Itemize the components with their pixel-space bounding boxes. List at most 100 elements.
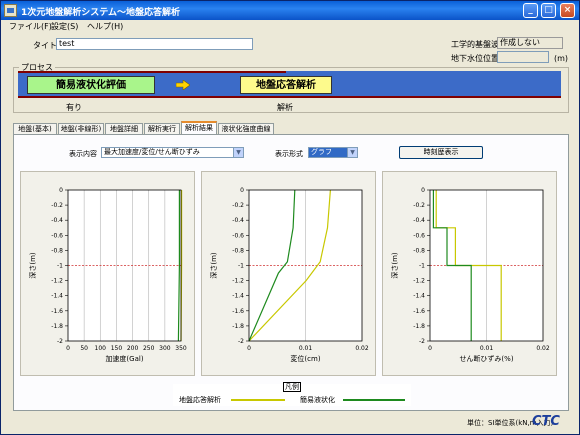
y-tick-label: 0: [421, 187, 425, 194]
display-format-value: グラフ: [311, 148, 332, 156]
y-tick-label: -1.6: [413, 308, 425, 315]
y-tick-label: -1.8: [51, 323, 63, 330]
menu-file[interactable]: ファイル(F): [9, 21, 52, 32]
legend-label-response: 地盤応答解析: [179, 396, 221, 404]
display-content-select[interactable]: 最大加速度/変位/せん断ひずみ ▼: [101, 147, 244, 158]
maximize-button[interactable]: □: [541, 3, 556, 18]
y-tick-label: -2: [238, 338, 244, 345]
y-tick-label: -0.6: [51, 232, 63, 239]
x-tick-label: 0.01: [299, 345, 313, 352]
legend-label-liquefaction: 簡易液状化: [300, 396, 335, 404]
y-axis-label: 深さ(m): [209, 252, 218, 279]
y-tick-label: -1.4: [413, 293, 425, 300]
y-tick-label: -0.8: [413, 247, 425, 254]
timeseries-button[interactable]: 時刻歴表示: [399, 146, 483, 159]
y-tick-label: -0.2: [51, 202, 63, 209]
y-axis-label: 深さ(m): [28, 252, 37, 279]
y-tick-label: -1: [419, 263, 425, 270]
x-tick-label: 150: [111, 345, 123, 352]
x-tick-label: 200: [127, 345, 139, 352]
y-tick-label: -0.8: [232, 247, 244, 254]
menu-help[interactable]: ヘルプ(H): [87, 21, 123, 32]
display-content-value: 最大加速度/変位/せん断ひずみ: [104, 148, 200, 156]
chart-legend: 凡例 地盤応答解析 簡易液状化: [173, 382, 411, 406]
groundwater-input[interactable]: [497, 51, 549, 63]
tab-ground-detail[interactable]: 地盤詳細: [105, 123, 143, 134]
y-tick-label: -1.6: [232, 308, 244, 315]
chart-panel-displacement: 0 0.01 0.02 0 -0.2 -0.4 -0.6 -0.8 -1 -1.2 -1.4 -1.6…: [201, 171, 376, 376]
x-axis-label: 加速度(Gal): [105, 354, 143, 363]
y-tick-label: -1: [238, 263, 244, 270]
chart-panel-acceleration: 0 50 100 150 200 250 300 350 0 -0.2 -0.4 -0.6 -0.8 -1…: [20, 171, 195, 376]
close-button[interactable]: ×: [560, 3, 575, 18]
x-tick-label: 0.02: [536, 345, 550, 352]
step-liquefaction-button[interactable]: 簡易液状化評価: [27, 76, 155, 94]
title-bar[interactable]: 1次元地盤解析システム〜地盤応答解析 _ □ ×: [1, 1, 579, 20]
chevron-down-icon: ▼: [233, 148, 243, 157]
y-tick-label: -0.4: [413, 217, 425, 224]
display-format-select[interactable]: グラフ ▼: [308, 147, 358, 158]
legend-line-response: [231, 399, 285, 401]
tab-analysis-results[interactable]: 解析結果: [181, 121, 217, 134]
x-tick-label: 0.01: [480, 345, 494, 352]
y-tick-label: 0: [59, 187, 63, 194]
y-tick-label: -0.2: [413, 202, 425, 209]
x-axis-label: 変位(cm): [290, 354, 320, 363]
y-tick-label: -1.6: [51, 308, 63, 315]
app-icon: [4, 4, 17, 17]
process-bar: 簡易液状化評価 地盤応答解析: [18, 71, 561, 98]
y-tick-label: -1.4: [51, 293, 63, 300]
y-tick-label: -1: [57, 263, 63, 270]
y-tick-label: -2: [419, 338, 425, 345]
y-tick-label: -2: [57, 338, 63, 345]
tab-liquefaction-strength[interactable]: 液状化強度曲線: [218, 123, 274, 134]
chevron-down-icon: ▼: [347, 148, 357, 157]
y-tick-label: -1.2: [413, 278, 425, 285]
x-tick-label: 0: [247, 345, 251, 352]
display-format-label: 表示形式: [275, 150, 303, 158]
y-tick-label: -0.4: [232, 217, 244, 224]
y-tick-label: -0.2: [232, 202, 244, 209]
y-tick-label: -0.4: [51, 217, 63, 224]
base-wave-label: 工学的基盤波: [451, 40, 499, 49]
y-tick-label: -1.2: [51, 278, 63, 285]
displacement-chart: 0 0.01 0.02 0 -0.2 -0.4 -0.6 -0.8 -1 -1.2 -1.4 -1.6…: [209, 187, 369, 363]
legend-line-liquefaction: [343, 399, 405, 401]
step-ground-response-button[interactable]: 地盤応答解析: [240, 76, 332, 94]
application-window: 1次元地盤解析システム〜地盤応答解析 _ □ × ファイル(F) 設定(S) ヘ…: [0, 0, 580, 435]
acceleration-chart: 0 50 100 150 200 250 300 350 0 -0.2 -0.4 -0.6 -0.8 -1…: [28, 187, 187, 363]
tab-run-analysis[interactable]: 解析実行: [144, 123, 180, 134]
groundwater-label: 地下水位位置: [451, 54, 499, 63]
process-group: プロセス 簡易液状化評価 地盤応答解析 有り 解析: [13, 62, 569, 113]
step1-status: 有り: [66, 103, 82, 112]
y-tick-label: -0.6: [413, 232, 425, 239]
step2-status: 解析: [277, 103, 293, 112]
menu-settings[interactable]: 設定(S): [51, 21, 78, 32]
menu-bar: ファイル(F) 設定(S) ヘルプ(H): [1, 20, 579, 33]
legend-title: 凡例: [283, 382, 301, 392]
chart-panel-shear-strain: 0 0.01 0.02 0 -0.2 -0.4 -0.6 -0.8 -1 -1.2 -1.4 -1.6…: [382, 171, 557, 376]
y-tick-label: 0: [240, 187, 244, 194]
y-axis-label: 深さ(m): [390, 252, 399, 279]
x-tick-label: 100: [95, 345, 107, 352]
title-input[interactable]: test: [56, 38, 253, 50]
y-tick-label: -1.8: [413, 323, 425, 330]
tab-ground-basic[interactable]: 地盤(基本): [13, 123, 57, 134]
y-tick-label: -0.8: [51, 247, 63, 254]
tab-ground-nonlinear[interactable]: 地盤(非線形): [58, 123, 104, 134]
x-tick-label: 250: [143, 345, 155, 352]
x-tick-label: 0.02: [355, 345, 369, 352]
display-content-label: 表示内容: [69, 150, 97, 158]
y-tick-label: -1.8: [232, 323, 244, 330]
x-tick-label: 0: [66, 345, 70, 352]
base-wave-value: 作成しない: [497, 37, 563, 49]
groundwater-unit: (m): [554, 54, 569, 63]
arrow-right-icon: [176, 80, 190, 90]
minimize-button[interactable]: _: [523, 3, 538, 18]
x-tick-label: 350: [175, 345, 187, 352]
x-tick-label: 0: [428, 345, 432, 352]
y-tick-label: -1.4: [232, 293, 244, 300]
window-title: 1次元地盤解析システム〜地盤応答解析: [21, 8, 180, 18]
ctc-logo: CTC: [532, 414, 560, 429]
x-axis-label: せん断ひずみ(%): [459, 354, 513, 363]
